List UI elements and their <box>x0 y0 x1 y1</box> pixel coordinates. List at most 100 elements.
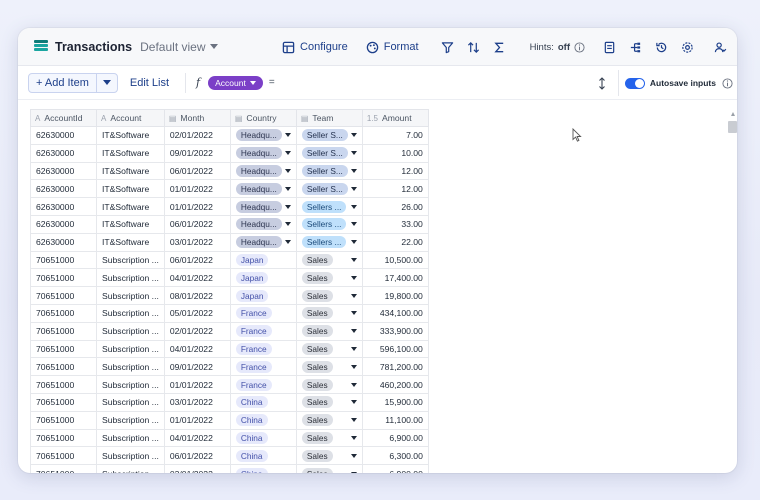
account-id-cell[interactable]: 62630000 <box>30 126 97 145</box>
chevron-down-icon[interactable] <box>350 311 357 316</box>
team-cell[interactable]: Sales <box>295 357 363 377</box>
account-id-cell[interactable]: 70651000 <box>30 321 97 341</box>
account-id-cell[interactable]: 70651000 <box>30 428 97 448</box>
chevron-down-icon[interactable] <box>350 453 357 458</box>
country-cell[interactable]: Japan <box>229 268 297 288</box>
month-cell[interactable]: 05/01/2022 <box>163 303 231 323</box>
country-cell[interactable]: Headqu... <box>229 126 297 145</box>
column-header[interactable]: A Account <box>96 109 165 127</box>
country-cell[interactable]: Headqu... <box>229 143 297 163</box>
country-cell[interactable]: France <box>229 339 297 359</box>
account-cell[interactable]: Subscription ... <box>96 250 165 270</box>
configure-button[interactable]: Configure <box>282 41 348 54</box>
team-cell[interactable]: Sellers ... <box>295 197 363 216</box>
month-cell[interactable]: 03/01/2022 <box>163 232 231 252</box>
chevron-down-icon[interactable] <box>350 133 357 138</box>
format-button[interactable]: Format <box>366 41 419 54</box>
amount-cell[interactable]: 17,400.00 <box>361 268 429 288</box>
account-id-cell[interactable]: 62630000 <box>30 197 97 216</box>
month-cell[interactable]: 02/01/2022 <box>163 126 231 145</box>
month-cell[interactable]: 09/01/2022 <box>163 357 231 377</box>
month-cell[interactable]: 06/01/2022 <box>163 214 231 234</box>
chevron-down-icon[interactable] <box>350 400 357 405</box>
team-cell[interactable]: Sales <box>295 375 363 394</box>
account-id-cell[interactable]: 62630000 <box>30 232 97 252</box>
sort-button[interactable] <box>467 41 480 54</box>
chevron-down-icon[interactable] <box>350 168 357 173</box>
amount-cell[interactable]: 6,300.00 <box>361 446 429 466</box>
account-id-cell[interactable]: 62630000 <box>30 143 97 163</box>
scrollbar-thumb[interactable] <box>728 121 737 133</box>
team-cell[interactable]: Seller S... <box>295 161 363 181</box>
month-cell[interactable]: 04/01/2022 <box>163 268 231 288</box>
amount-cell[interactable]: 12.00 <box>361 179 429 199</box>
amount-cell[interactable]: 19,800.00 <box>361 286 429 305</box>
column-header[interactable]: ▤ Country <box>229 109 297 127</box>
chevron-down-icon[interactable] <box>350 471 357 473</box>
account-id-cell[interactable]: 70651000 <box>30 392 97 412</box>
chevron-down-icon[interactable] <box>284 204 291 209</box>
account-id-cell[interactable]: 62630000 <box>30 214 97 234</box>
chevron-down-icon[interactable] <box>350 364 357 369</box>
country-cell[interactable]: France <box>229 357 297 377</box>
chevron-down-icon[interactable] <box>350 151 357 156</box>
account-cell[interactable]: IT&Software <box>96 214 165 234</box>
month-cell[interactable]: 09/01/2022 <box>163 143 231 163</box>
scroll-up-icon[interactable] <box>731 112 735 116</box>
country-cell[interactable]: China <box>229 464 297 473</box>
team-cell[interactable]: Sales <box>295 321 363 341</box>
account-id-cell[interactable]: 70651000 <box>30 410 97 430</box>
month-cell[interactable]: 02/01/2022 <box>163 321 231 341</box>
country-cell[interactable]: France <box>229 303 297 323</box>
amount-cell[interactable]: 10,500.00 <box>361 250 429 270</box>
month-cell[interactable]: 01/01/2022 <box>163 197 231 216</box>
account-cell[interactable]: Subscription ... <box>96 464 165 473</box>
filter-button[interactable] <box>441 41 454 54</box>
month-cell[interactable]: 06/01/2022 <box>163 250 231 270</box>
country-cell[interactable]: Headqu... <box>229 214 297 234</box>
edit-list-button[interactable]: Edit List <box>130 77 169 89</box>
account-id-cell[interactable]: 62630000 <box>30 179 97 199</box>
team-cell[interactable]: Seller S... <box>295 179 363 199</box>
month-cell[interactable]: 04/01/2022 <box>163 428 231 448</box>
team-cell[interactable]: Sales <box>295 339 363 359</box>
chevron-down-icon[interactable] <box>284 151 291 156</box>
account-cell[interactable]: IT&Software <box>96 197 165 216</box>
account-cell[interactable]: Subscription ... <box>96 375 165 394</box>
account-cell[interactable]: IT&Software <box>96 232 165 252</box>
account-cell[interactable]: Subscription ... <box>96 321 165 341</box>
chevron-down-icon[interactable] <box>350 204 357 209</box>
sum-button[interactable] <box>493 41 506 54</box>
users-button[interactable] <box>714 41 727 54</box>
amount-cell[interactable]: 6,900.00 <box>361 428 429 448</box>
team-cell[interactable]: Seller S... <box>295 143 363 163</box>
month-cell[interactable]: 01/01/2022 <box>163 179 231 199</box>
account-cell[interactable]: Subscription ... <box>96 428 165 448</box>
account-id-cell[interactable]: 70651000 <box>30 303 97 323</box>
team-cell[interactable]: Sales <box>295 268 363 288</box>
month-cell[interactable]: 06/01/2022 <box>163 446 231 466</box>
account-cell[interactable]: IT&Software <box>96 161 165 181</box>
vertical-scrollbar[interactable] <box>728 109 737 473</box>
account-cell[interactable]: IT&Software <box>96 126 165 145</box>
amount-cell[interactable]: 596,100.00 <box>361 339 429 359</box>
column-header[interactable]: 1.5 Amount <box>361 109 429 127</box>
chevron-down-icon[interactable] <box>350 329 357 334</box>
account-id-cell[interactable]: 70651000 <box>30 286 97 305</box>
month-cell[interactable]: 04/01/2022 <box>163 339 231 359</box>
account-cell[interactable]: IT&Software <box>96 179 165 199</box>
country-cell[interactable]: France <box>229 375 297 394</box>
account-cell[interactable]: Subscription ... <box>96 357 165 377</box>
team-cell[interactable]: Sales <box>295 286 363 305</box>
team-cell[interactable]: Sales <box>295 428 363 448</box>
chevron-down-icon[interactable] <box>350 240 357 245</box>
chevron-down-icon[interactable] <box>284 240 291 245</box>
team-cell[interactable]: Seller S... <box>295 126 363 145</box>
account-id-cell[interactable]: 70651000 <box>30 464 97 473</box>
team-cell[interactable]: Sales <box>295 464 363 473</box>
column-header[interactable]: ▤ Month <box>163 109 231 127</box>
view-selector[interactable]: Default view <box>140 40 218 54</box>
account-cell[interactable]: Subscription ... <box>96 339 165 359</box>
month-cell[interactable]: 01/01/2022 <box>163 410 231 430</box>
account-id-cell[interactable]: 70651000 <box>30 250 97 270</box>
